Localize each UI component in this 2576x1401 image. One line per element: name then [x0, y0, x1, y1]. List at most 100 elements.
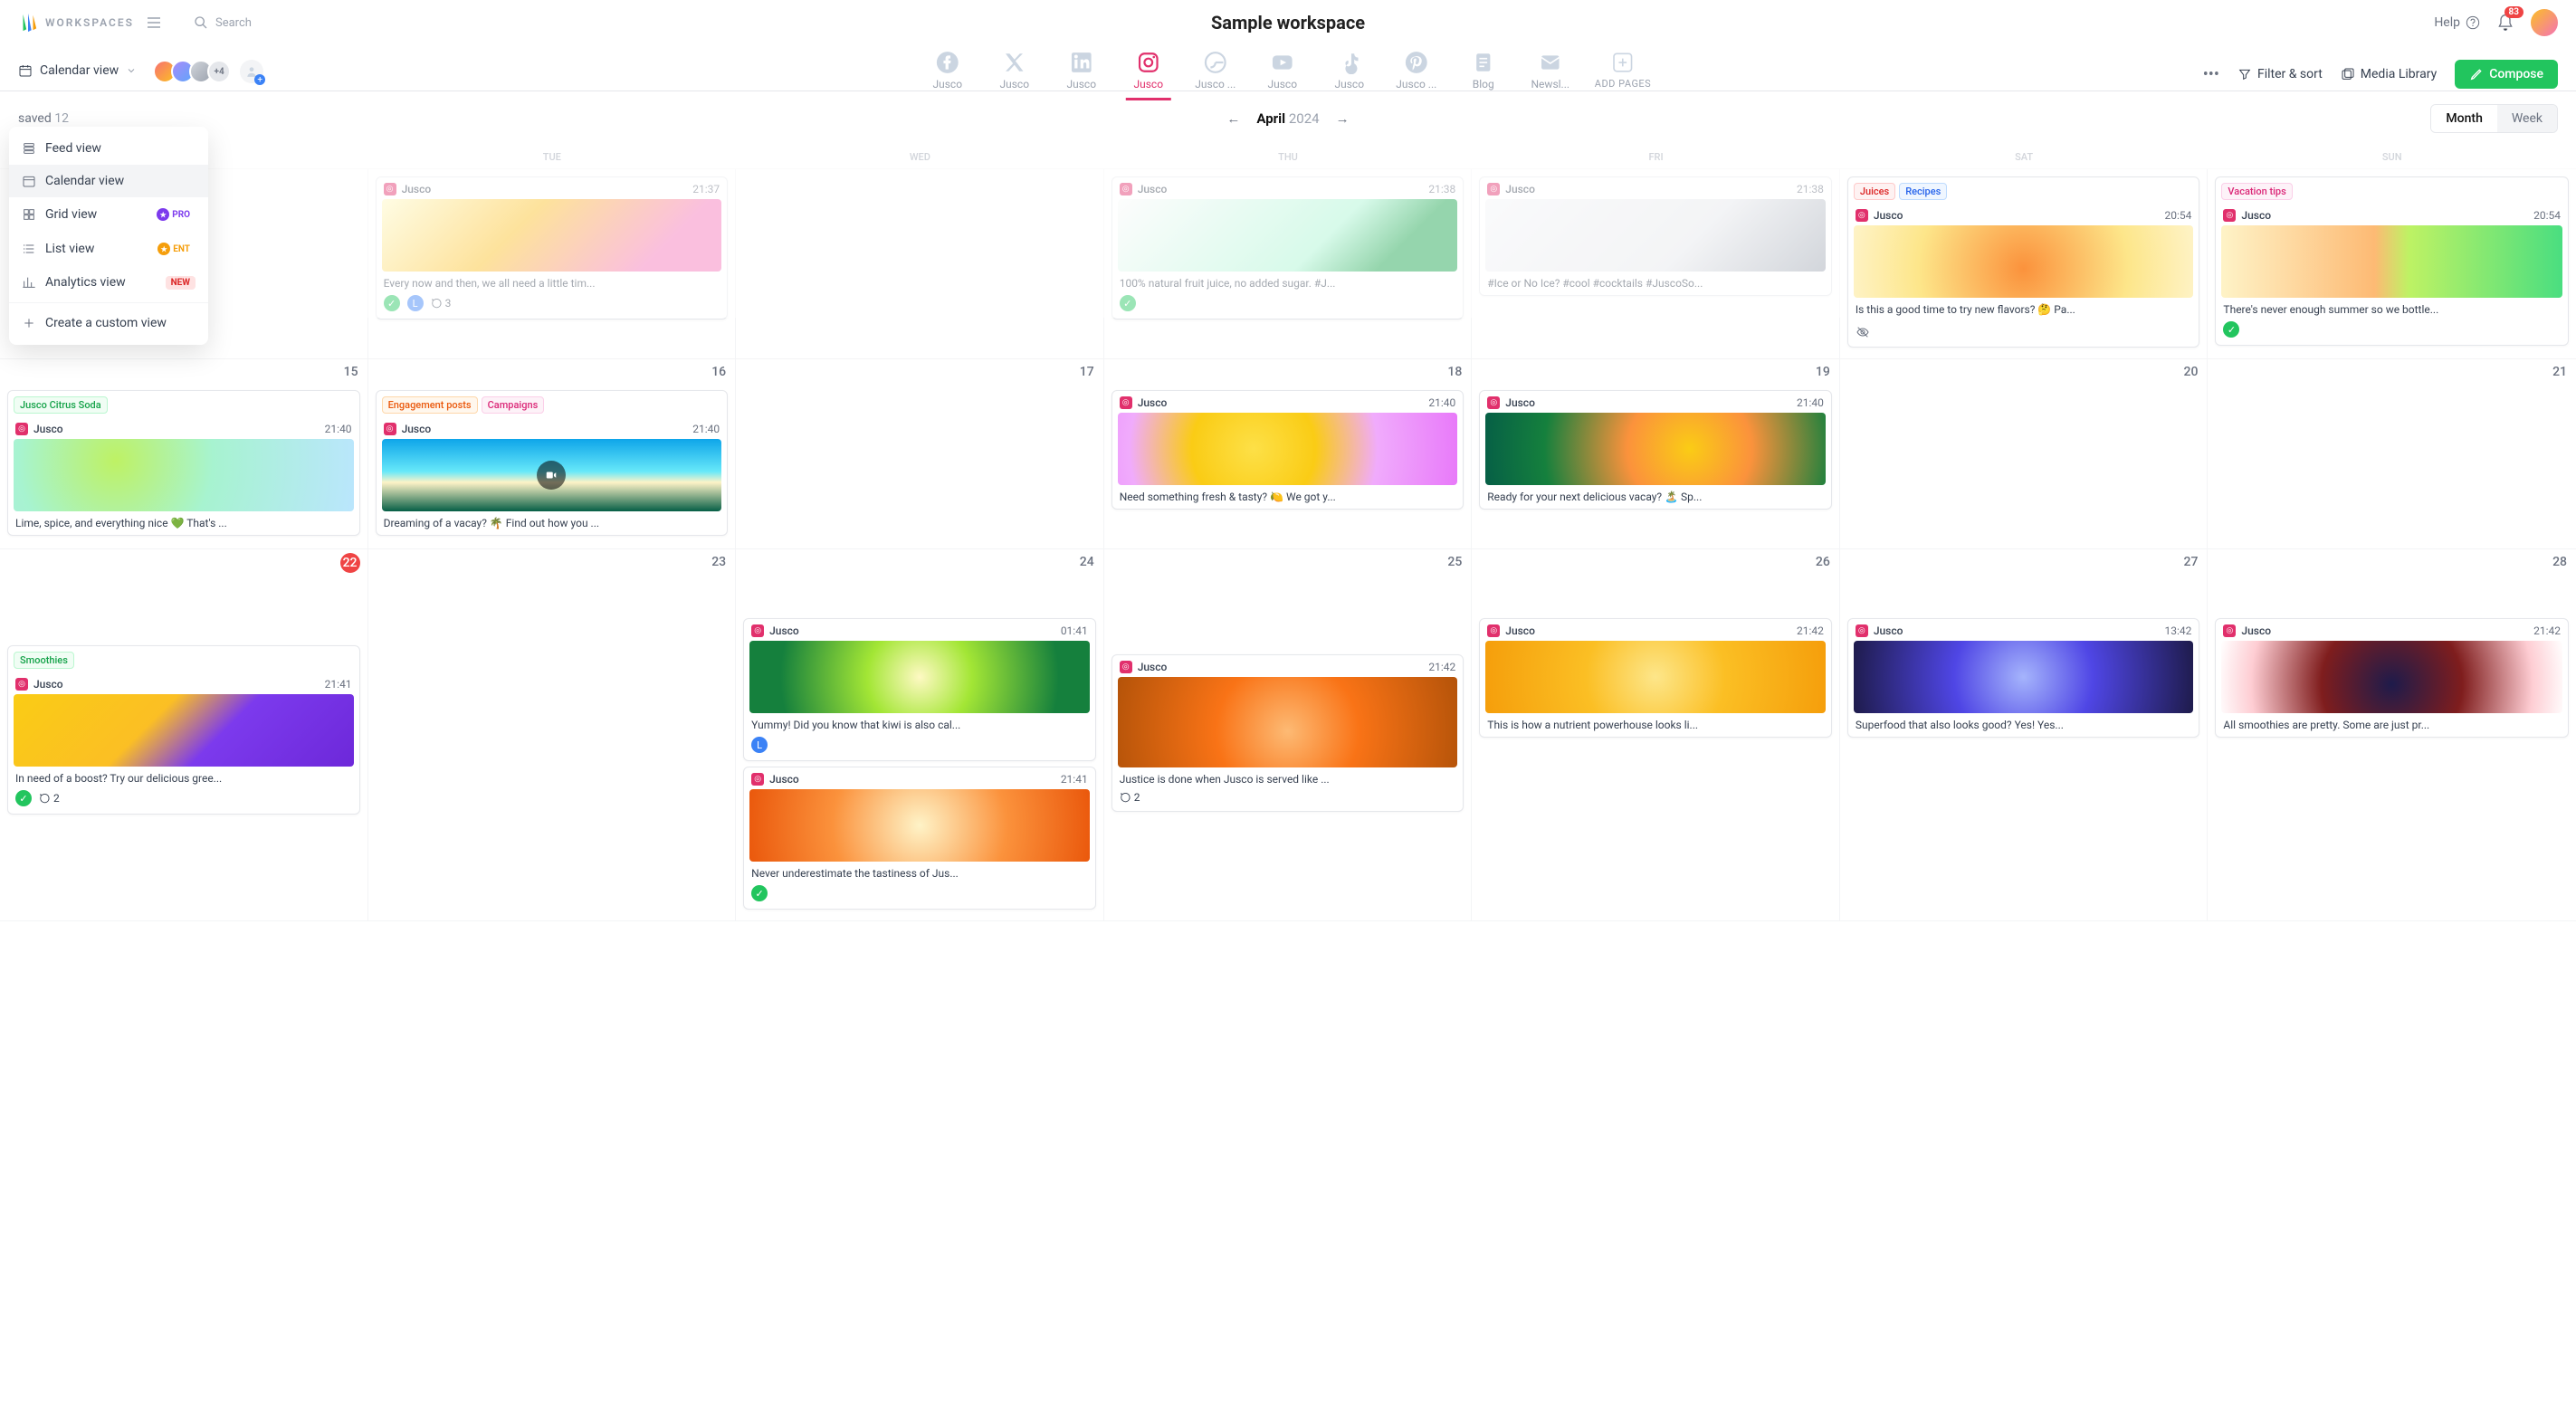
- dow-sat: SAT: [1840, 146, 2209, 168]
- comments-count[interactable]: 3: [431, 297, 452, 310]
- post-card[interactable]: ◎Jusco21:38 #Ice or No Ice? #cool #cockt…: [1479, 176, 1832, 296]
- day-cell[interactable]: ◎Jusco21:38 #Ice or No Ice? #cool #cockt…: [1472, 169, 1840, 358]
- post-image: [382, 199, 722, 272]
- post-card[interactable]: Engagement postsCampaigns ◎Jusco21:40 Dr…: [376, 390, 729, 536]
- media-library-button[interactable]: Media Library: [2341, 67, 2437, 81]
- dow-thu: THU: [1104, 146, 1473, 168]
- compose-button[interactable]: Compose: [2455, 60, 2558, 89]
- day-cell[interactable]: ◎Jusco21:37 Every now and then, we all n…: [368, 169, 737, 358]
- post-card[interactable]: ◎Jusco21:37 Every now and then, we all n…: [376, 176, 729, 319]
- day-cell[interactable]: Vacation tips ◎Jusco20:54 There's never …: [2208, 169, 2576, 358]
- filter-sort-button[interactable]: Filter & sort: [2237, 67, 2323, 81]
- status-approved-icon: ✓: [1120, 295, 1136, 311]
- grid-icon: [22, 207, 36, 222]
- post-card[interactable]: ◎Jusco21:42 Justice is done when Jusco i…: [1111, 654, 1465, 812]
- calendar-icon: [18, 63, 33, 78]
- day-cell[interactable]: 25 ◎Jusco21:42 Justice is done when Jusc…: [1104, 549, 1473, 920]
- create-custom-view[interactable]: Create a custom view: [9, 307, 208, 339]
- youtube-icon: [1271, 51, 1294, 74]
- day-number: 23: [711, 555, 726, 569]
- day-cell[interactable]: 22 Smoothies ◎Jusco21:41 In need of a bo…: [0, 549, 368, 920]
- day-cell[interactable]: 24 ◎Jusco01:41 Yummy! Did you know that …: [736, 549, 1104, 920]
- chevron-down-icon: [126, 65, 137, 76]
- instagram-icon: ◎: [751, 624, 764, 637]
- day-number: 26: [1816, 555, 1830, 569]
- day-cell[interactable]: 28 ◎Jusco21:42 All smoothies are pretty.…: [2208, 549, 2576, 920]
- day-cell[interactable]: JuicesRecipes ◎Jusco20:54 Is this a good…: [1840, 169, 2209, 358]
- day-cell[interactable]: 15 Jusco Citrus Soda ◎Jusco21:40 Lime, s…: [0, 359, 368, 548]
- current-month: April: [1256, 110, 1285, 127]
- app-logo[interactable]: WORKSPACES: [18, 13, 161, 33]
- post-card[interactable]: ◎Jusco21:40 Need something fresh & tasty…: [1111, 390, 1465, 510]
- day-number: 28: [2552, 555, 2567, 569]
- day-cell[interactable]: 17: [736, 359, 1104, 548]
- post-card[interactable]: JuicesRecipes ◎Jusco20:54 Is this a good…: [1847, 176, 2200, 348]
- add-collaborator-button[interactable]: [240, 60, 263, 83]
- view-option-feed[interactable]: Feed view: [9, 132, 208, 165]
- facebook-icon: [936, 51, 959, 74]
- logo-icon: [18, 13, 38, 33]
- day-cell[interactable]: 27 ◎Jusco13:42 Superfood that also looks…: [1840, 549, 2209, 920]
- post-card[interactable]: ◎Jusco01:41 Yummy! Did you know that kiw…: [743, 618, 1096, 761]
- post-image: [2221, 641, 2562, 713]
- view-option-list[interactable]: List view ENT: [9, 232, 208, 266]
- post-card[interactable]: ◎Jusco21:38 100% natural fruit juice, no…: [1111, 176, 1465, 319]
- post-card[interactable]: ◎Jusco21:42 All smoothies are pretty. So…: [2215, 618, 2569, 738]
- view-option-analytics[interactable]: Analytics view NEW: [9, 266, 208, 299]
- search-input[interactable]: Search: [194, 15, 252, 30]
- day-cell[interactable]: 18 ◎Jusco21:40 Need something fresh & ta…: [1104, 359, 1473, 548]
- post-caption: In need of a boost? Try our delicious gr…: [8, 767, 359, 790]
- avatar-more[interactable]: +4: [207, 60, 231, 83]
- post-caption: This is how a nutrient powerhouse looks …: [1480, 713, 1831, 737]
- period-toggle: Month Week: [2430, 104, 2558, 133]
- post-image: [1118, 413, 1458, 485]
- day-cell[interactable]: 19 ◎Jusco21:40 Ready for your next delic…: [1472, 359, 1840, 548]
- collaborator-avatars[interactable]: +4: [153, 51, 263, 83]
- day-cell[interactable]: 23: [368, 549, 737, 920]
- view-option-grid[interactable]: Grid view PRO: [9, 197, 208, 232]
- notifications-button[interactable]: 83: [2496, 14, 2514, 32]
- post-card[interactable]: Smoothies ◎Jusco21:41 In need of a boost…: [7, 645, 360, 815]
- view-option-calendar[interactable]: Calendar view: [9, 165, 208, 197]
- post-card[interactable]: Jusco Citrus Soda ◎Jusco21:40 Lime, spic…: [7, 390, 360, 536]
- period-month[interactable]: Month: [2431, 105, 2496, 132]
- pro-badge: PRO: [151, 206, 196, 223]
- day-cell[interactable]: [736, 169, 1104, 358]
- more-options-button[interactable]: •••: [2203, 65, 2219, 84]
- help-icon: [2466, 15, 2480, 30]
- dow-sun: SUN: [2208, 146, 2576, 168]
- post-card[interactable]: ◎Jusco21:42 This is how a nutrient power…: [1479, 618, 1832, 738]
- analytics-icon: [22, 275, 36, 290]
- comments-count[interactable]: 2: [39, 792, 60, 805]
- day-cell[interactable]: 26 ◎Jusco21:42 This is how a nutrient po…: [1472, 549, 1840, 920]
- post-card[interactable]: Vacation tips ◎Jusco20:54 There's never …: [2215, 176, 2569, 346]
- period-week[interactable]: Week: [2497, 105, 2557, 132]
- view-selector[interactable]: Calendar view: [18, 51, 137, 78]
- post-card[interactable]: ◎Jusco21:41 Never underestimate the tast…: [743, 767, 1096, 910]
- day-cell[interactable]: 20: [1840, 359, 2209, 548]
- post-card[interactable]: ◎Jusco13:42 Superfood that also looks go…: [1847, 618, 2200, 738]
- day-number: 17: [1080, 365, 1094, 379]
- day-cell[interactable]: 16 Engagement postsCampaigns ◎Jusco21:40…: [368, 359, 737, 548]
- day-number: 15: [344, 365, 358, 379]
- comments-count[interactable]: 2: [1120, 791, 1140, 804]
- day-cell[interactable]: ◎Jusco21:38 100% natural fruit juice, no…: [1104, 169, 1473, 358]
- dow-wed: WED: [736, 146, 1104, 168]
- day-cell[interactable]: 21: [2208, 359, 2576, 548]
- post-caption: Dreaming of a vacay? 🌴 Find out how you …: [377, 511, 728, 535]
- post-caption: Ready for your next delicious vacay? 🏝️ …: [1480, 485, 1831, 509]
- day-number: 25: [1447, 555, 1462, 569]
- instagram-icon: ◎: [1856, 624, 1868, 637]
- post-caption: Need something fresh & tasty? 🍋 We got y…: [1112, 485, 1464, 509]
- post-card[interactable]: ◎Jusco21:40 Ready for your next deliciou…: [1479, 390, 1832, 510]
- prev-month-button[interactable]: ←: [1223, 107, 1244, 130]
- view-dropdown: Feed view Calendar view Grid view PRO Li…: [9, 127, 208, 345]
- post-caption: There's never enough summer so we bottle…: [2216, 298, 2568, 321]
- user-avatar[interactable]: [2531, 9, 2558, 36]
- media-icon: [2341, 67, 2355, 81]
- status-approved-icon: ✓: [384, 295, 400, 311]
- menu-icon[interactable]: [147, 16, 161, 29]
- next-month-button[interactable]: →: [1332, 107, 1353, 130]
- post-caption: Yummy! Did you know that kiwi is also ca…: [744, 713, 1095, 737]
- help-button[interactable]: Help: [2434, 15, 2480, 30]
